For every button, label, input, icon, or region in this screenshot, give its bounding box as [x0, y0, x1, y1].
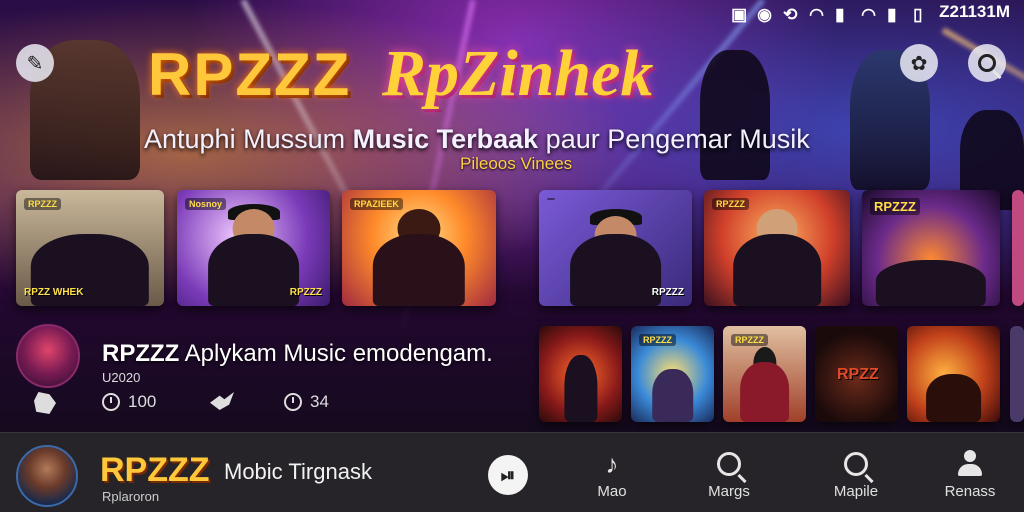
- search-icon: [717, 452, 741, 476]
- card-artwork: [739, 362, 790, 422]
- artist-avatar[interactable]: [16, 324, 80, 388]
- battery-icon: ▯: [913, 5, 923, 24]
- nav-item-label: Mao: [597, 483, 627, 500]
- card-badge: RPAZIEEK: [350, 198, 403, 210]
- nav-track-title[interactable]: Mobic Tirgnask: [224, 459, 372, 485]
- profile-icon: [957, 450, 983, 478]
- play-pause-button[interactable]: ⏯: [488, 455, 528, 495]
- brand-logo: RPZZZ: [148, 41, 352, 108]
- status-bar: ▣ ◉ ⟲ ◠ ▮ ◠ ▮ ▯ Z21131M: [731, 0, 1010, 24]
- signal-icon: ▮: [835, 5, 845, 24]
- card-title: RPZZ: [837, 366, 879, 383]
- card-artwork: [207, 234, 300, 306]
- signal-icon: ▮: [887, 5, 897, 24]
- card-badge: RPZZZ: [731, 334, 768, 346]
- now-playing-track: Aplykam Music emodengam.: [179, 340, 493, 367]
- card-badge: Nosnoy: [185, 198, 227, 210]
- status-time: Z21131M: [939, 2, 1010, 21]
- tagline-suffix: paur Pengemar Musik: [538, 124, 810, 154]
- sync-icon: ⟲: [783, 5, 798, 24]
- card-artwork: [651, 369, 694, 422]
- wifi-icon: ◠: [861, 5, 876, 24]
- card-artwork: [569, 234, 662, 306]
- music-note-icon: ♪: [605, 448, 619, 479]
- card-artwork: [563, 354, 598, 422]
- share-icon: [210, 392, 234, 410]
- card-title: RPZZZ: [651, 287, 684, 298]
- wifi-icon: ◠: [809, 5, 824, 24]
- hero-banner: ▣ ◉ ⟲ ◠ ▮ ◠ ▮ ▯ Z21131M ✎ ✿ RPZZZ RpZinh…: [0, 0, 1024, 432]
- duration: 34: [284, 392, 329, 412]
- card-badge: [547, 198, 555, 200]
- play-count-value: 100: [128, 392, 157, 411]
- now-playing-subtitle: U2020: [102, 370, 141, 385]
- pin-icon: ✎: [26, 52, 44, 75]
- album-card[interactable]: RPAZIEEK: [342, 190, 496, 306]
- nav-item-home[interactable]: ♪ Mao: [572, 447, 652, 501]
- bottom-nav: RPZZZ Rplaroron Mobic Tirgnask ⏯ ♪ Mao M…: [0, 432, 1024, 512]
- location-icon: ◉: [757, 5, 772, 24]
- subtitle: Pileoos Vinees: [460, 154, 573, 173]
- card-artwork: [733, 234, 821, 306]
- card-title: RPZZ WHEK: [24, 287, 84, 298]
- share-button[interactable]: [210, 392, 234, 410]
- album-card[interactable]: RPZZZ: [539, 190, 692, 306]
- nav-item-label: Mapile: [833, 483, 879, 500]
- album-card[interactable]: Nosnoy RPZZZ: [177, 190, 330, 306]
- card-artwork: [372, 234, 466, 306]
- like-button[interactable]: [34, 392, 56, 414]
- nav-brand-subtitle: Rplaroron: [102, 489, 160, 504]
- album-card-small[interactable]: [907, 326, 1000, 422]
- album-card[interactable]: [1012, 190, 1024, 306]
- app-title-logo: RpZinhek: [382, 37, 654, 110]
- notification-icon: ▣: [731, 5, 748, 24]
- album-card-small[interactable]: [1010, 326, 1024, 422]
- album-card[interactable]: RPZZZ: [704, 190, 850, 306]
- album-card-small[interactable]: RPZZZ: [631, 326, 714, 422]
- nav-item-profile[interactable]: Renass: [930, 447, 1010, 500]
- nav-item-label: Renass: [944, 483, 996, 500]
- card-badge: RPZZZ: [712, 198, 749, 210]
- now-playing-title[interactable]: RPZZZ Aplykam Music emodengam.: [102, 340, 493, 368]
- album-card[interactable]: RPZZZ: [862, 190, 1000, 306]
- nav-item-label: Margs: [708, 483, 750, 500]
- profile-avatar[interactable]: [16, 445, 78, 507]
- card-badge: RPZZZ: [639, 334, 676, 346]
- card-artwork: [925, 374, 982, 422]
- now-playing-artist: RPZZZ: [102, 340, 180, 367]
- pin-button[interactable]: ✎: [16, 44, 54, 82]
- album-card-small[interactable]: [539, 326, 622, 422]
- like-icon: [34, 392, 56, 414]
- nav-item-search[interactable]: Margs: [689, 447, 769, 500]
- duration-value: 34: [310, 392, 329, 411]
- clock-icon: [284, 393, 302, 411]
- performer-image: [700, 50, 770, 180]
- play-pause-icon: ⏯: [500, 464, 516, 485]
- tagline-bold: Music Terbaak: [352, 124, 539, 154]
- chat-button[interactable]: ✿: [900, 44, 938, 82]
- card-badge: RPZZZ: [870, 198, 920, 215]
- play-count: 100: [102, 392, 156, 412]
- card-badge: RPZZZ: [24, 198, 61, 210]
- search-button[interactable]: [968, 44, 1006, 82]
- clock-icon: [102, 393, 120, 411]
- album-card[interactable]: RPZZZ RPZZ WHEK: [16, 190, 164, 306]
- search-icon: [844, 452, 868, 476]
- card-title: RPZZZ: [289, 287, 322, 298]
- nav-item-explore[interactable]: Mapile: [816, 447, 896, 500]
- search-icon: [978, 54, 996, 72]
- album-card-small[interactable]: RPZZ: [815, 326, 898, 422]
- album-card-small[interactable]: RPZZZ: [723, 326, 806, 422]
- tagline-prefix: Antuphi Mussum: [144, 124, 353, 154]
- chat-icon: ✿: [910, 52, 928, 75]
- card-artwork: [875, 259, 987, 306]
- tagline: Antuphi Mussum Music Terbaak paur Pengem…: [144, 124, 810, 155]
- nav-brand-logo: RPZZZ: [100, 451, 210, 489]
